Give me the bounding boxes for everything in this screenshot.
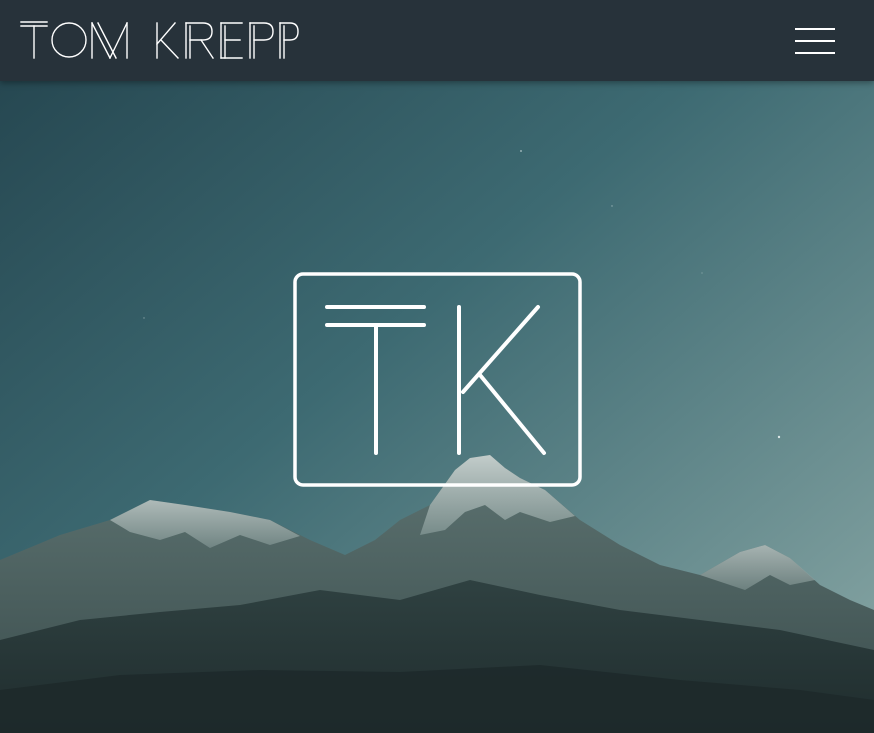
menu-line-middle xyxy=(795,40,835,42)
brand-logo-link[interactable]: TOM KREPP xyxy=(20,20,300,62)
tk-monogram-logo xyxy=(293,272,582,487)
menu-line-bottom xyxy=(795,52,835,54)
page: TOM KREPP xyxy=(0,0,874,733)
brand-wordmark xyxy=(20,21,299,59)
menu-line-top xyxy=(795,28,835,30)
hamburger-menu-icon[interactable] xyxy=(788,22,842,60)
site-header: TOM KREPP xyxy=(0,0,874,81)
